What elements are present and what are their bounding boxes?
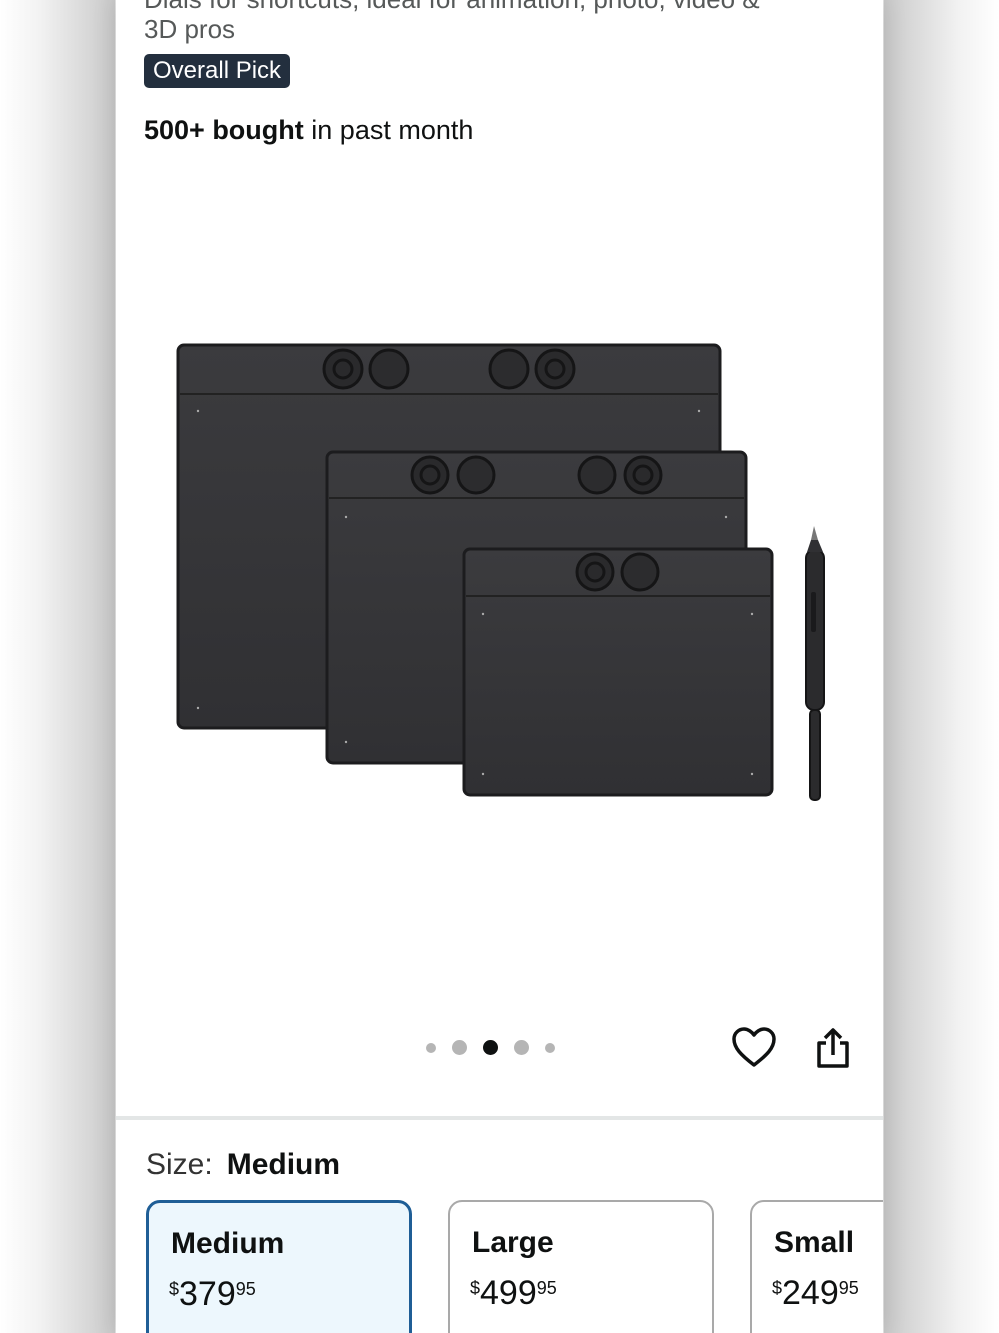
bought-count-rest: in past month	[303, 115, 474, 145]
size-option-price: $49995	[470, 1274, 557, 1313]
bought-count-bold: 500+ bought	[144, 115, 304, 145]
size-label: Size:	[146, 1148, 213, 1181]
pagination-dot[interactable]	[545, 1042, 555, 1053]
size-option-name: Small	[774, 1226, 855, 1259]
pagination-dot[interactable]	[452, 1040, 467, 1055]
product-image[interactable]	[156, 330, 856, 810]
size-option-small[interactable]: Small $24995	[750, 1200, 883, 1333]
product-subtitle-line2: 3D pros	[144, 14, 236, 44]
overall-pick-badge: Overall Pick	[144, 54, 291, 88]
bought-count: 500+ bought in past month	[144, 115, 473, 146]
pagination-dot[interactable]	[514, 1040, 529, 1055]
product-subtitle: Dials for shortcuts, ideal for animation…	[144, 0, 864, 44]
size-option-name: Medium	[171, 1227, 285, 1260]
size-option-name: Large	[472, 1226, 554, 1259]
size-selected-value: Medium	[226, 1148, 341, 1181]
pagination-dot[interactable]	[426, 1042, 436, 1053]
product-subtitle-line1: Dials for shortcuts, ideal for animation…	[144, 0, 760, 14]
price-currency: $	[169, 1279, 180, 1299]
pagination-dot-active[interactable]	[483, 1040, 498, 1055]
heart-icon[interactable]	[731, 1025, 777, 1071]
price-whole: 379	[179, 1275, 236, 1313]
image-pagination[interactable]	[426, 1040, 555, 1055]
size-selector-label: Size: Medium	[146, 1148, 340, 1182]
price-currency: $	[772, 1278, 783, 1298]
price-currency: $	[470, 1278, 481, 1298]
price-fraction: 95	[838, 1278, 859, 1298]
size-option-price: $37995	[169, 1275, 256, 1314]
share-icon[interactable]	[810, 1025, 856, 1071]
price-whole: 249	[782, 1274, 839, 1312]
price-fraction: 95	[536, 1278, 557, 1298]
product-page: Dials for shortcuts, ideal for animation…	[116, 0, 883, 1333]
price-fraction: 95	[235, 1279, 256, 1299]
tablet-small	[462, 547, 774, 797]
section-divider	[116, 1116, 883, 1120]
pen	[805, 526, 825, 801]
size-option-large[interactable]: Large $49995	[448, 1200, 714, 1333]
size-option-medium[interactable]: Medium $37995	[146, 1200, 412, 1333]
size-option-price: $24995	[772, 1274, 859, 1313]
price-whole: 499	[480, 1274, 537, 1312]
